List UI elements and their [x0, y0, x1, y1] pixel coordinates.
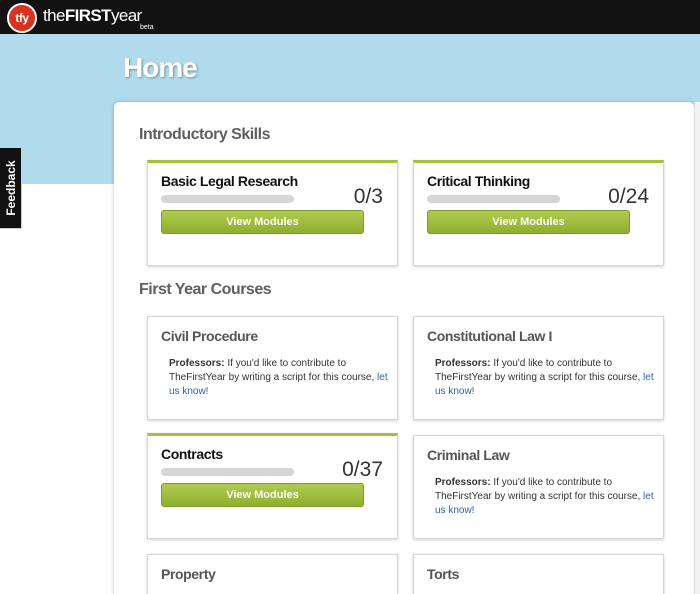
progress-count: 0/3	[353, 185, 383, 208]
card-title: Contracts	[161, 446, 223, 462]
card-torts: Torts	[413, 554, 664, 594]
section-title-first-year-courses: First Year Courses	[139, 281, 272, 298]
note-label: Professors:	[169, 358, 225, 369]
card-title: Basic Legal Research	[161, 173, 298, 189]
feedback-tab[interactable]: Feedback	[0, 147, 22, 229]
card-title: Civil Procedure	[161, 328, 258, 344]
card-title: Torts	[427, 566, 459, 582]
professor-note: Professors: If you'd like to contribute …	[169, 357, 389, 399]
card-title: Constitutional Law I	[427, 328, 552, 344]
card-critical-thinking: Critical Thinking 0/24 View Modules	[413, 160, 664, 266]
view-modules-button[interactable]: View Modules	[427, 210, 630, 234]
progress-bar	[427, 195, 560, 203]
logo-badge-text: tfy	[15, 11, 29, 25]
progress-bar	[161, 468, 294, 476]
logo-badge[interactable]: tfy	[7, 3, 37, 33]
note-label: Professors:	[435, 358, 491, 369]
professor-note: Professors: If you'd like to contribute …	[435, 357, 655, 399]
top-bar: tfy theFIRSTyear beta	[0, 0, 700, 34]
progress-bar	[161, 195, 294, 203]
logo-text-post: year	[110, 6, 142, 25]
card-basic-legal-research: Basic Legal Research 0/3 View Modules	[147, 160, 398, 266]
logo-text-bold: FIRST	[64, 6, 112, 25]
feedback-label: Feedback	[3, 160, 18, 216]
card-criminal-law: Criminal Law Professors: If you'd like t…	[413, 435, 664, 539]
card-property: Property	[147, 554, 398, 594]
progress-count: 0/37	[342, 458, 383, 481]
card-title: Critical Thinking	[427, 173, 530, 189]
scrollbar-strip	[694, 102, 700, 594]
view-modules-button[interactable]: View Modules	[161, 210, 364, 234]
section-title-introductory-skills: Introductory Skills	[139, 126, 270, 143]
logo-text-pre: the	[43, 6, 65, 25]
page-title: Home	[123, 52, 198, 83]
note-label: Professors:	[435, 477, 491, 488]
logo-text[interactable]: theFIRSTyear	[43, 6, 142, 26]
progress-count: 0/24	[608, 185, 649, 208]
card-constitutional-law-i: Constitutional Law I Professors: If you'…	[413, 316, 664, 420]
professor-note: Professors: If you'd like to contribute …	[435, 476, 655, 518]
card-title: Property	[161, 566, 216, 582]
card-title: Criminal Law	[427, 447, 510, 463]
beta-label: beta	[140, 24, 154, 31]
card-civil-procedure: Civil Procedure Professors: If you'd lik…	[147, 316, 398, 420]
view-modules-button[interactable]: View Modules	[161, 483, 364, 507]
card-contracts: Contracts 0/37 View Modules	[147, 433, 398, 539]
